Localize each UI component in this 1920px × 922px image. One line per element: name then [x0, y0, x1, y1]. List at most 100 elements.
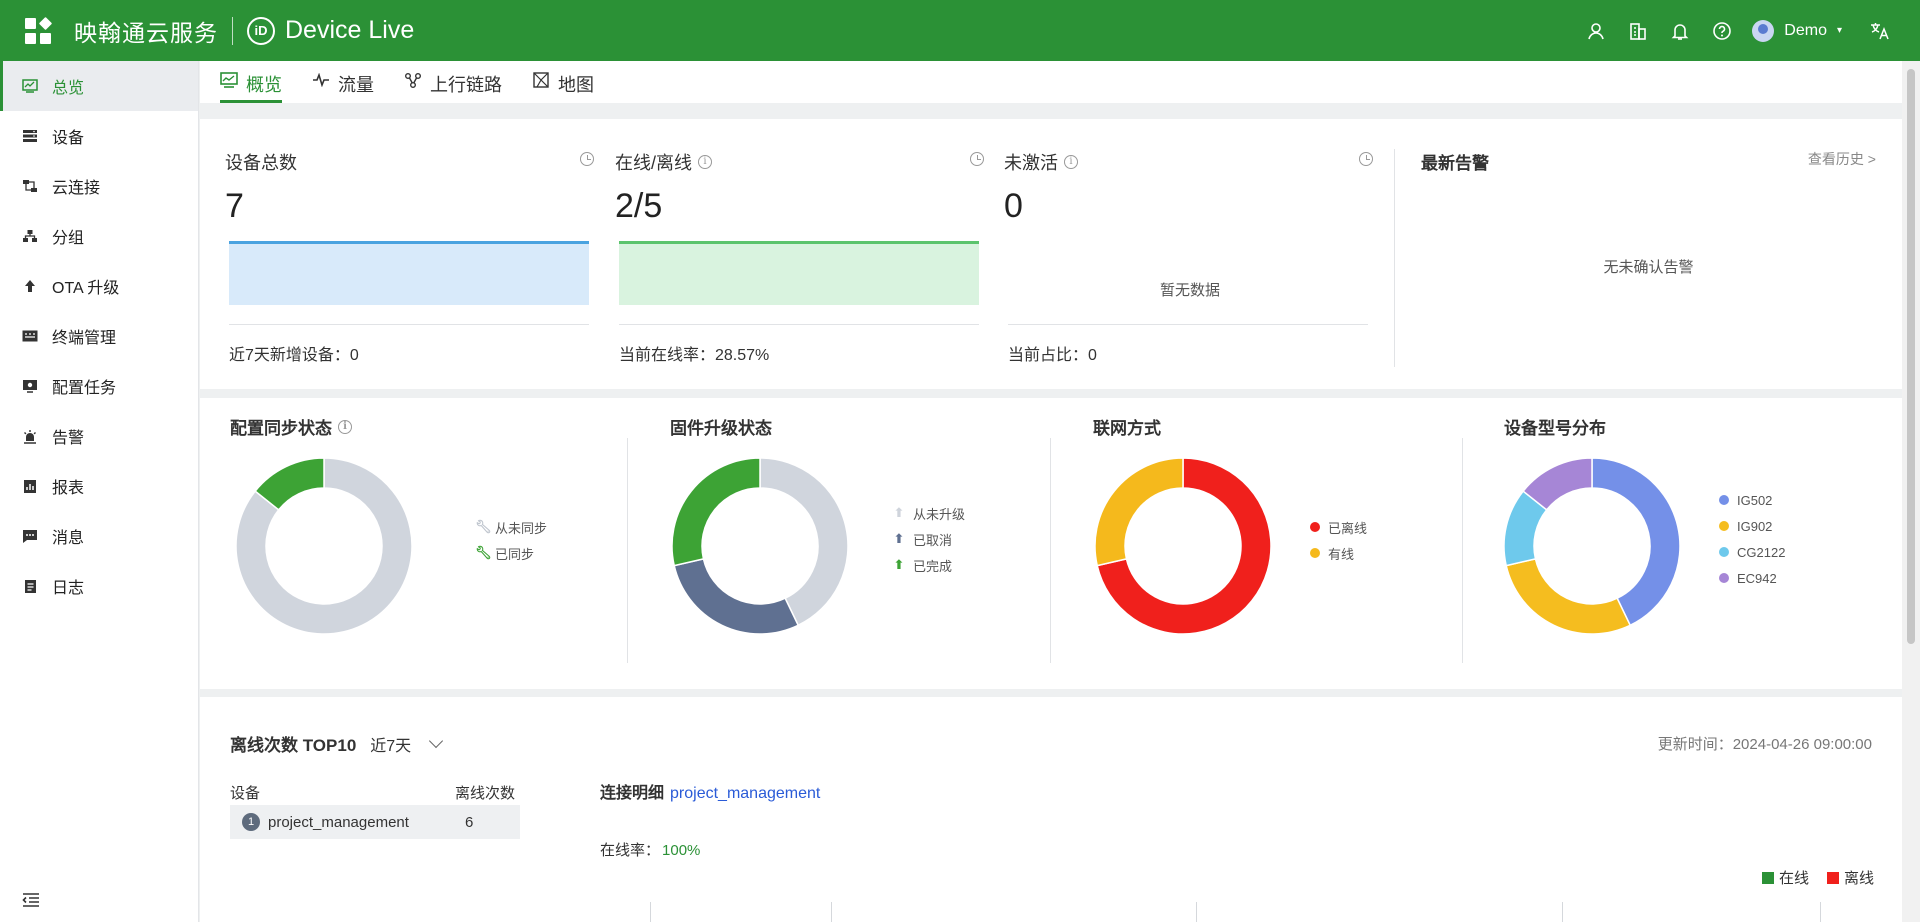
- donut-slice-IG902[interactable]: [1505, 558, 1632, 635]
- donut-slice-已取消[interactable]: [673, 558, 800, 635]
- sidebar-item-label: 报表: [52, 480, 85, 497]
- sidebar-item-message[interactable]: 消息: [0, 511, 198, 561]
- sidebar-item-label: 终端管理: [52, 330, 117, 347]
- legend-item[interactable]: ⬆︎ 从未升级: [893, 500, 965, 526]
- info-icon[interactable]: i: [1064, 155, 1078, 169]
- legend-swatch: [1826, 871, 1839, 884]
- tab-overview[interactable]: 概览: [220, 61, 282, 103]
- legend-item[interactable]: ⬆︎ 已取消: [893, 526, 965, 552]
- tab-bar: 概览 流量 上行链路 地图: [200, 61, 1902, 111]
- sidebar-item-log[interactable]: 日志: [0, 561, 198, 611]
- sidebar-item-label: 告警: [52, 430, 85, 447]
- chart-model-distribution: 设备型号分布 IG502 IG902 CG2122 EC942: [1503, 414, 1884, 684]
- wrench-icon: 🔧︎: [475, 545, 492, 560]
- device-name: project_management: [268, 813, 409, 831]
- sidebar-item-alarm[interactable]: 告警: [0, 411, 198, 461]
- organization-icon[interactable]: [1626, 19, 1650, 43]
- stats-divider: [1394, 149, 1395, 367]
- no-data-text: 暂无数据: [1159, 282, 1220, 299]
- clock-icon[interactable]: [1359, 152, 1373, 166]
- stat-value: 0: [1004, 187, 1023, 225]
- bell-icon[interactable]: [1668, 19, 1692, 43]
- chart-legend: 🔧︎ 从未同步 🔧︎ 已同步: [475, 514, 547, 566]
- terminal-icon: [22, 328, 38, 344]
- sparkline-total: [229, 241, 589, 305]
- log-icon: [22, 578, 38, 594]
- user-menu[interactable]: Demo ▾: [1752, 19, 1842, 42]
- donut-slice-从未升级[interactable]: [759, 457, 849, 627]
- legend-item-online[interactable]: 在线: [1761, 867, 1809, 888]
- sidebar-item-config-task[interactable]: 配置任务: [0, 361, 198, 411]
- donut-chart: [1094, 457, 1272, 635]
- legend-item[interactable]: 🔧︎ 从未同步: [475, 514, 547, 540]
- legend-item[interactable]: EC942: [1719, 565, 1785, 591]
- axis-tick: [1196, 902, 1197, 922]
- donut-slice-已完成[interactable]: [671, 457, 761, 567]
- page-scrollbar[interactable]: [1902, 61, 1920, 922]
- overview-chart-icon: [220, 71, 238, 89]
- clock-icon[interactable]: [970, 152, 984, 166]
- donut-slice-IG502[interactable]: [1591, 457, 1681, 627]
- donut-slice-有线[interactable]: [1094, 457, 1184, 567]
- account-icon[interactable]: [1584, 19, 1608, 43]
- device-icon: [22, 128, 38, 144]
- stat-value: 7: [225, 187, 244, 225]
- legend-item[interactable]: ⬆︎ 已完成: [893, 552, 965, 578]
- column-header: 离线次数: [455, 784, 516, 802]
- chart-legend: 已离线 有线: [1310, 514, 1367, 566]
- stat-title: 未激活: [1004, 153, 1058, 173]
- legend-item[interactable]: 已离线: [1310, 514, 1367, 540]
- legend-item[interactable]: IG502: [1719, 487, 1785, 513]
- pulse-icon: [312, 71, 330, 89]
- sidebar-item-terminal[interactable]: 终端管理: [0, 311, 198, 361]
- donut-charts-panel: 配置同步状态 i 🔧︎ 从未同步 🔧︎ 已同步 固件升级状态 ⬆︎ 从未升级 ⬆︎ 已取消…: [200, 389, 1902, 689]
- stat-title-row: 在线/离线 i: [615, 149, 987, 175]
- stat-inactive: 未激活 i 0 暂无数据 当前占比：0: [1004, 149, 1376, 369]
- stat-title: 设备总数: [225, 153, 297, 173]
- main-content: 概览 流量 上行链路 地图 设备总数 7 近7天新增设备：0 在线/离线 i 2…: [200, 61, 1902, 922]
- header-actions: Demo ▾: [1584, 0, 1920, 61]
- help-icon[interactable]: [1710, 19, 1734, 43]
- stat-title-row: 未激活 i: [1004, 149, 1376, 175]
- chart-title: 固件升级状态: [670, 419, 772, 438]
- sidebar-item-ota[interactable]: OTA 升级: [0, 261, 198, 311]
- update-time: 更新时间：2024-04-26 09:00:00: [1657, 736, 1872, 753]
- info-icon[interactable]: i: [338, 419, 352, 434]
- legend-item-offline[interactable]: 离线: [1826, 867, 1874, 888]
- online-rate: 在线率： 100%: [600, 839, 700, 860]
- collapse-sidebar-icon[interactable]: [22, 892, 40, 908]
- legend-item[interactable]: CG2122: [1719, 539, 1785, 565]
- axis-tick: [831, 902, 832, 922]
- offline-top10-header: 离线次数 TOP10 近7天: [230, 731, 444, 756]
- column-header: 设备: [230, 784, 261, 802]
- time-range-select[interactable]: 近7天: [370, 732, 411, 756]
- stat-online-offline: 在线/离线 i 2/5 当前在线率：28.57%: [615, 149, 987, 369]
- apps-grid-icon[interactable]: [24, 16, 53, 45]
- chevron-down-icon[interactable]: [429, 733, 444, 748]
- sidebar-item-label: OTA 升级: [52, 280, 120, 297]
- clock-icon[interactable]: [580, 152, 594, 166]
- language-icon[interactable]: [1868, 19, 1892, 43]
- chart-title: 联网方式: [1093, 419, 1161, 438]
- view-history-link[interactable]: 查看历史 >: [1808, 149, 1876, 169]
- tab-traffic[interactable]: 流量: [312, 61, 374, 103]
- legend-item[interactable]: IG902: [1719, 513, 1785, 539]
- connection-legend: 在线 离线: [1744, 867, 1874, 888]
- donut-chart: [671, 457, 849, 635]
- sidebar-item-group[interactable]: 分组: [0, 211, 198, 261]
- tab-map[interactable]: 地图: [532, 61, 594, 103]
- user-name: Demo: [1784, 21, 1827, 39]
- table-row[interactable]: 1 project_management 6: [230, 805, 520, 839]
- sidebar-item-report[interactable]: 报表: [0, 461, 198, 511]
- info-icon[interactable]: i: [698, 155, 713, 169]
- stat-footer: 近7天新增设备：0: [229, 347, 359, 364]
- tab-uplink[interactable]: 上行链路: [404, 61, 502, 103]
- legend-item[interactable]: 有线: [1310, 540, 1367, 566]
- scrollbar-thumb[interactable]: [1907, 69, 1915, 644]
- legend-item[interactable]: 🔧︎ 已同步: [475, 540, 547, 566]
- sidebar-item-cloud-connect[interactable]: 云连接: [0, 161, 198, 211]
- sidebar-item-devices[interactable]: 设备: [0, 111, 198, 161]
- sidebar-item-overview[interactable]: 总览: [0, 61, 198, 111]
- legend-swatch: [1719, 573, 1729, 583]
- connection-device-link[interactable]: project_management: [670, 785, 820, 802]
